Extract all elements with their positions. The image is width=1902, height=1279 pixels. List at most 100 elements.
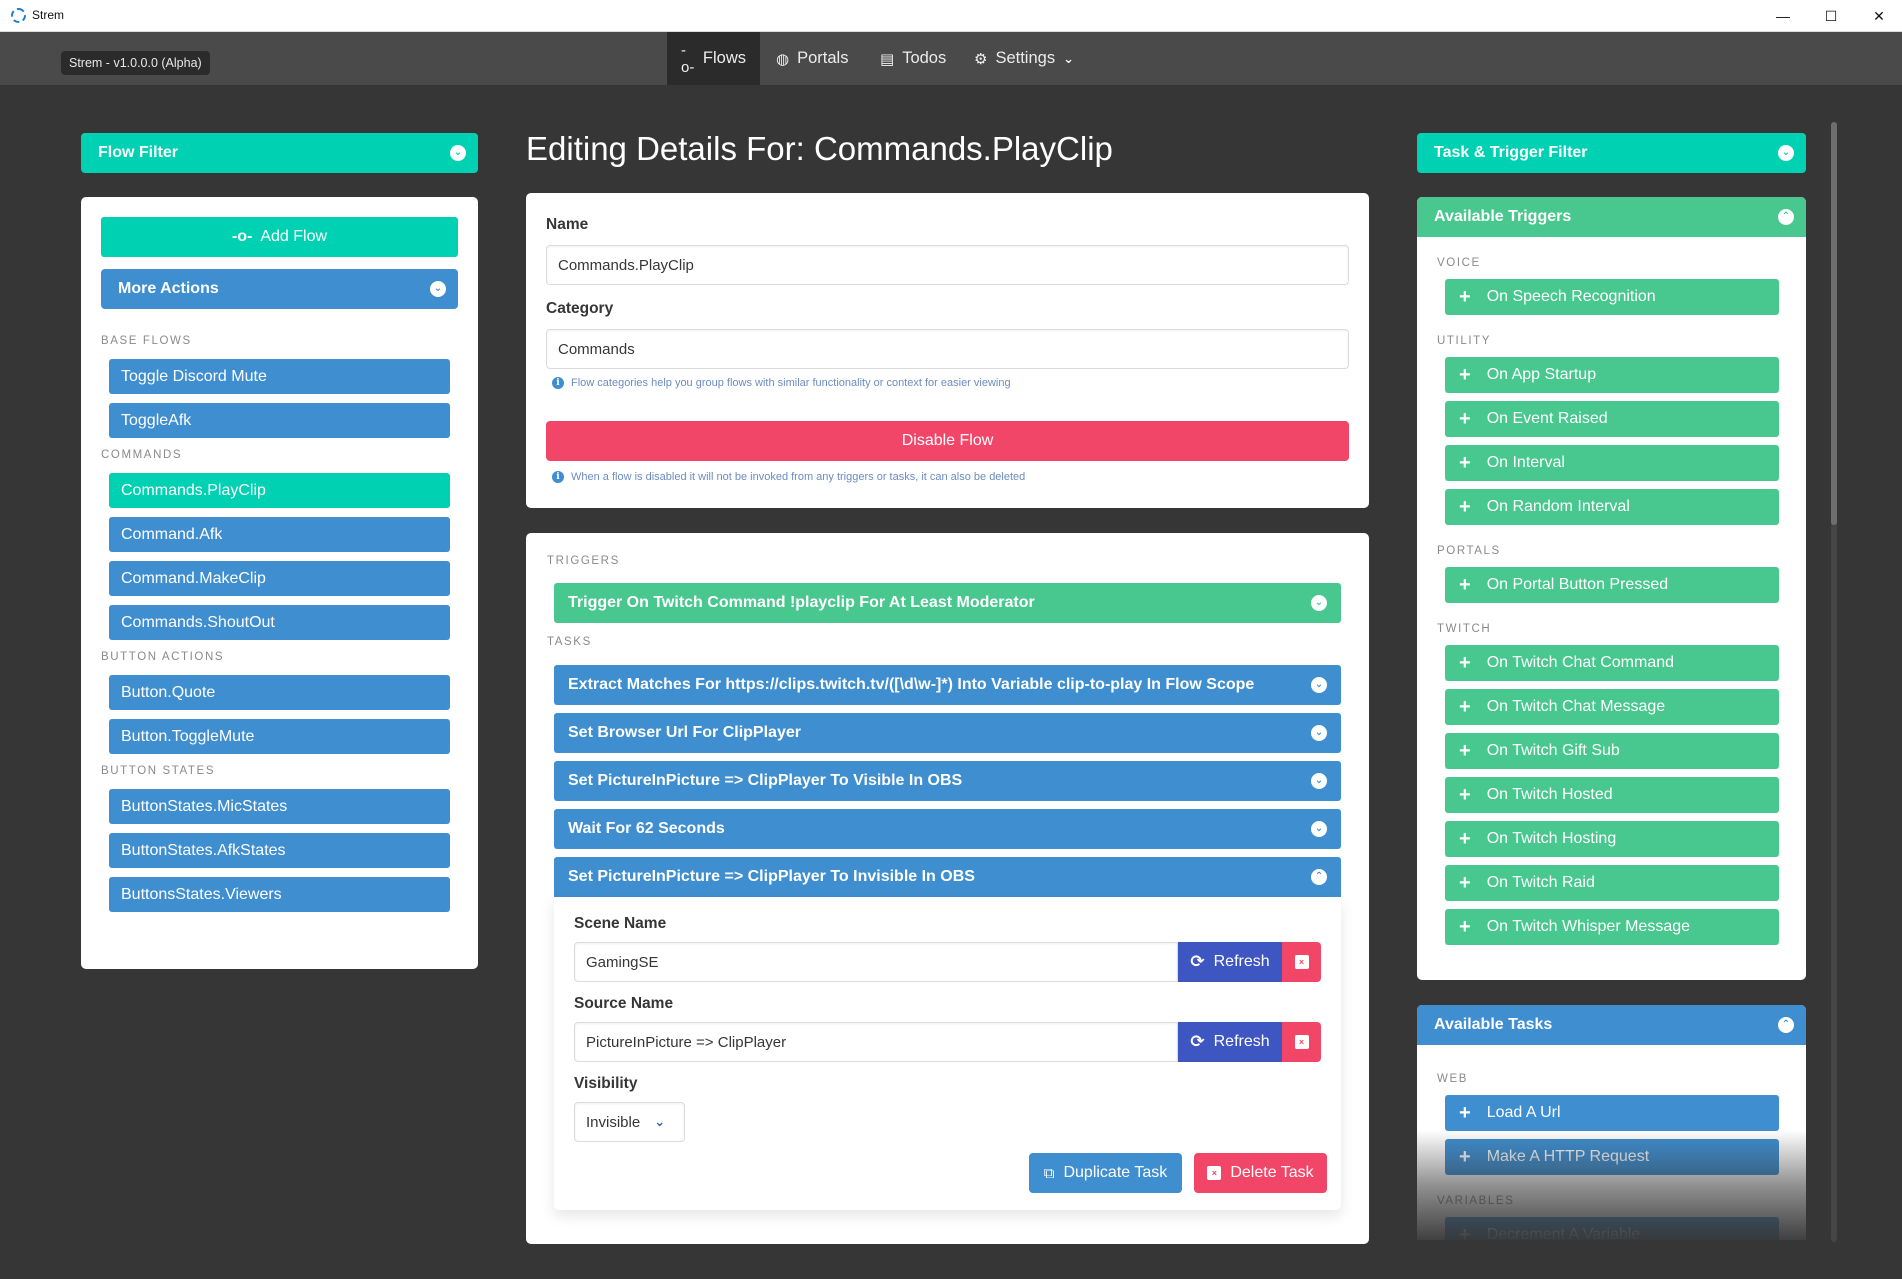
refresh-label: Refresh — [1213, 953, 1270, 970]
disable-flow-button[interactable]: Disable Flow — [546, 421, 1349, 461]
flow-item[interactable]: Toggle Discord Mute — [109, 359, 450, 394]
add-item-button[interactable]: + On Portal Button Pressed — [1445, 567, 1779, 603]
plus-icon: + — [1459, 574, 1471, 596]
duplicate-task-button[interactable]: ⧉ Duplicate Task — [1029, 1153, 1182, 1193]
task-accordion[interactable]: Wait For 62 Seconds ⌄ — [554, 809, 1341, 849]
minimize-button[interactable]: — — [1760, 0, 1806, 32]
nav-flows[interactable]: -o- Flows — [667, 32, 760, 85]
expanded-task-body: Scene Name GamingSE ⟳ Refresh × Source N… — [554, 897, 1341, 1210]
task-accordion[interactable]: Set Browser Url For ClipPlayer ⌄ — [554, 713, 1341, 753]
available-triggers-card: Available Triggers ⌃ VOICE + On Speech Rec… — [1417, 197, 1806, 980]
nav-settings[interactable]: ⚙ Settings ⌄ — [960, 32, 1088, 85]
clipboard-icon: ▤ — [880, 50, 895, 68]
chevron-up-icon: ⌃ — [1778, 209, 1794, 225]
flow-item[interactable]: ToggleAfk — [109, 403, 450, 438]
flow-filter-toggle[interactable]: Flow Filter ⌄ — [81, 133, 478, 173]
add-item-button[interactable]: + Make A HTTP Request — [1445, 1139, 1779, 1175]
name-input[interactable]: Commands.PlayClip — [546, 245, 1349, 285]
visibility-value: Invisible — [586, 1113, 641, 1131]
name-label: Name — [546, 216, 589, 233]
source-name-input[interactable]: PictureInPicture => ClipPlayer — [574, 1022, 1178, 1062]
add-item-button[interactable]: + On Event Raised — [1445, 401, 1779, 437]
flow-item[interactable]: ButtonStates.MicStates — [109, 789, 450, 824]
refresh-icon: ⟳ — [1190, 952, 1205, 971]
task-accordion[interactable]: Set PictureInPicture => ClipPlayer To Vi… — [554, 761, 1341, 801]
add-item-button[interactable]: + On Twitch Hosted — [1445, 777, 1779, 813]
available-triggers-header[interactable]: Available Triggers ⌃ — [1417, 197, 1806, 237]
flow-item-selected[interactable]: Commands.PlayClip — [109, 473, 450, 508]
refresh-scene-button[interactable]: ⟳ Refresh — [1178, 942, 1282, 982]
close-icon: × — [1294, 1035, 1309, 1049]
scene-name-label: Scene Name — [574, 915, 667, 932]
flow-item[interactable]: Button.ToggleMute — [109, 719, 450, 754]
clear-scene-button[interactable]: × — [1282, 942, 1321, 982]
plus-icon: + — [1459, 1102, 1471, 1124]
add-item-button[interactable]: + Decrement A Variable — [1445, 1217, 1779, 1240]
tasks-section-label: TASKS — [547, 636, 592, 648]
close-button[interactable]: ✕ — [1856, 0, 1902, 32]
available-tasks-header[interactable]: Available Tasks ⌃ — [1417, 1005, 1806, 1045]
add-group-label: PORTALS — [1437, 545, 1501, 557]
chevron-down-icon: ⌄ — [1311, 821, 1327, 837]
clear-source-button[interactable]: × — [1282, 1022, 1321, 1062]
plus-icon: + — [1459, 1224, 1471, 1240]
add-item-label: On Twitch Chat Message — [1486, 698, 1666, 715]
maximize-button[interactable]: ☐ — [1808, 0, 1854, 32]
flow-item[interactable]: ButtonStates.AfkStates — [109, 833, 450, 868]
flow-details-card: Name Commands.PlayClip Category Commands… — [526, 193, 1369, 508]
add-item-label: On Twitch Hosted — [1486, 786, 1613, 803]
task-trigger-filter-toggle[interactable]: Task & Trigger Filter ⌄ — [1417, 133, 1806, 173]
task-accordion-label: Set Browser Url For ClipPlayer — [568, 724, 801, 741]
flow-item[interactable]: Command.Afk — [109, 517, 450, 552]
nav-todos[interactable]: ▤ Todos — [866, 32, 960, 85]
window-title: Strem — [32, 8, 65, 22]
add-item-button[interactable]: + On Twitch Chat Message — [1445, 689, 1779, 725]
task-accordion[interactable]: Extract Matches For https://clips.twitch… — [554, 665, 1341, 705]
available-tasks-card: Available Tasks ⌃ WEB + Load A Url + Make A … — [1417, 1005, 1806, 1240]
add-group-label: WEB — [1437, 1073, 1468, 1085]
add-item-button[interactable]: + On Speech Recognition — [1445, 279, 1779, 315]
flow-item[interactable]: Command.MakeClip — [109, 561, 450, 596]
triggers-section-label: TRIGGERS — [547, 555, 620, 567]
category-input[interactable]: Commands — [546, 329, 1349, 369]
plus-icon: + — [1459, 452, 1471, 474]
add-item-button[interactable]: + On Twitch Gift Sub — [1445, 733, 1779, 769]
flow-builder-card: TRIGGERS Trigger On Twitch Command !play… — [526, 533, 1369, 1244]
flow-item[interactable]: Button.Quote — [109, 675, 450, 710]
add-flow-button[interactable]: -o- Add Flow — [101, 217, 458, 257]
trigger-accordion[interactable]: Trigger On Twitch Command !playclip For … — [554, 583, 1341, 623]
task-accordion-label: Set PictureInPicture => ClipPlayer To In… — [568, 868, 975, 885]
visibility-select[interactable]: Invisible ⌄ — [574, 1102, 685, 1142]
refresh-label: Refresh — [1213, 1033, 1270, 1050]
add-item-button[interactable]: + On Twitch Whisper Message — [1445, 909, 1779, 945]
task-accordion-label: Wait For 62 Seconds — [568, 820, 725, 837]
add-item-button[interactable]: + On Twitch Raid — [1445, 865, 1779, 901]
plus-icon: + — [1459, 696, 1471, 718]
more-actions-button[interactable]: More Actions ⌄ — [101, 269, 458, 309]
add-item-label: On App Startup — [1486, 366, 1597, 383]
gears-icon: ⚙ — [974, 50, 988, 68]
nav-settings-label: Settings — [995, 49, 1056, 67]
add-flow-label: Add Flow — [260, 228, 328, 245]
add-item-button[interactable]: + On Interval — [1445, 445, 1779, 481]
add-item-button[interactable]: + On Random Interval — [1445, 489, 1779, 525]
add-item-button[interactable]: + On Twitch Hosting — [1445, 821, 1779, 857]
flow-item[interactable]: Commands.ShoutOut — [109, 605, 450, 640]
nav-portals[interactable]: ◍ Portals — [762, 32, 862, 85]
plus-icon: + — [1459, 784, 1471, 806]
add-item-button[interactable]: + On App Startup — [1445, 357, 1779, 393]
chevron-down-icon: ⌄ — [1063, 50, 1074, 66]
page-scrollbar-thumb[interactable] — [1831, 122, 1837, 525]
refresh-source-button[interactable]: ⟳ Refresh — [1178, 1022, 1282, 1062]
delete-task-button[interactable]: × Delete Task — [1194, 1153, 1327, 1193]
available-triggers-title: Available Triggers — [1434, 208, 1572, 225]
add-item-label: On Event Raised — [1486, 410, 1608, 427]
task-accordion-expanded[interactable]: Set PictureInPicture => ClipPlayer To In… — [554, 857, 1341, 897]
plus-icon: + — [1459, 652, 1471, 674]
plus-icon: + — [1459, 408, 1471, 430]
add-item-button[interactable]: + On Twitch Chat Command — [1445, 645, 1779, 681]
close-icon: × — [1207, 1166, 1222, 1180]
flow-item[interactable]: ButtonsStates.Viewers — [109, 877, 450, 912]
scene-name-input[interactable]: GamingSE — [574, 942, 1178, 982]
add-item-button[interactable]: + Load A Url — [1445, 1095, 1779, 1131]
